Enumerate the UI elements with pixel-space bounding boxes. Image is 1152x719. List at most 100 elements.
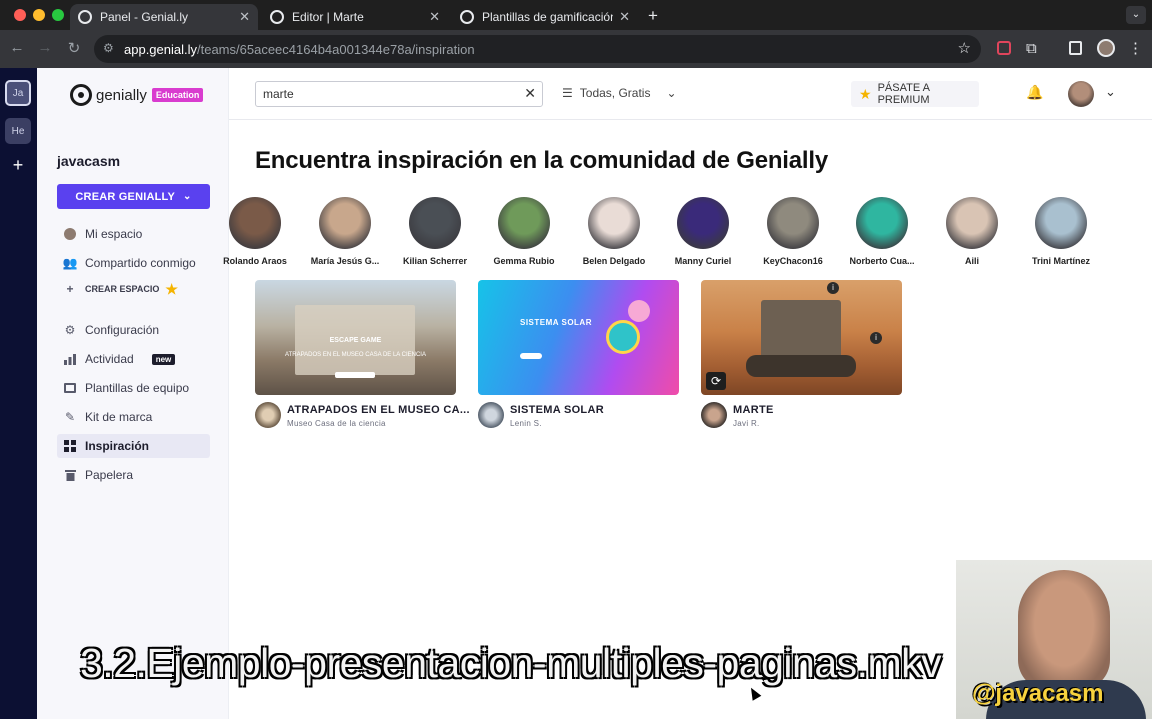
card-author[interactable]: Lenin S. (510, 419, 542, 428)
card-title[interactable]: ATRAPADOS EN EL MUSEO CA... (287, 404, 470, 416)
creator-item[interactable]: KeyChacon16 (748, 197, 838, 266)
pocket-extension-icon[interactable] (997, 41, 1011, 55)
creator-avatar[interactable] (767, 197, 819, 249)
site-settings-icon[interactable]: ⚙ (103, 41, 114, 55)
author-avatar[interactable] (701, 402, 727, 428)
forward-arrow-icon[interactable]: → (35, 39, 55, 56)
browser-tab-panel[interactable]: Panel - Genial.ly ✕ (70, 4, 258, 30)
genially-card-museo[interactable]: ESCAPE GAME ATRAPADOS EN EL MUSEO CASA D… (255, 280, 470, 432)
close-window-button[interactable] (14, 9, 26, 21)
creator-name[interactable]: KeyChacon16 (748, 256, 838, 266)
clear-search-icon[interactable]: ✕ (524, 85, 536, 102)
reuse-template-icon[interactable]: ⟳ (706, 372, 726, 390)
creator-name[interactable]: Manny Curiel (658, 256, 748, 266)
genially-card-marte[interactable]: i i ⟳ MARTE Javi R. (701, 280, 902, 432)
sidebar-item-papelera[interactable]: Papelera (57, 463, 210, 487)
sidebar-item-mi-espacio[interactable]: Mi espacio (57, 222, 210, 246)
creator-name[interactable]: Belen Delgado (569, 256, 659, 266)
bookmark-star-icon[interactable]: ☆ (958, 39, 971, 57)
create-genially-button[interactable]: CREAR GENIALLY ⌄ (57, 184, 210, 209)
tab-title: Panel - Genial.ly (100, 10, 189, 24)
new-badge: new (151, 353, 176, 365)
card-thumbnail[interactable]: SISTEMA SOLAR (478, 280, 679, 395)
creator-item[interactable]: Aili (927, 197, 1017, 266)
creator-avatar[interactable] (856, 197, 908, 249)
creator-name[interactable]: Aili (927, 256, 1017, 266)
close-tab-icon[interactable]: ✕ (429, 9, 440, 25)
minimize-window-button[interactable] (33, 9, 45, 21)
reload-icon[interactable]: ↻ (64, 39, 84, 57)
sidebar-item-actividad[interactable]: Actividad new (57, 347, 210, 371)
card-author[interactable]: Javi R. (733, 419, 760, 428)
creator-avatar[interactable] (319, 197, 371, 249)
tab-search-icon[interactable]: ⌄ (1126, 6, 1146, 24)
card-title[interactable]: SISTEMA SOLAR (510, 404, 604, 416)
create-space-button[interactable]: + CREAR ESPACIO ★ (57, 277, 210, 301)
creator-name[interactable]: Rolando Araos (210, 256, 300, 266)
back-arrow-icon[interactable]: ← (7, 39, 27, 56)
side-panel-icon[interactable] (1069, 41, 1082, 55)
creator-item[interactable]: Kilian Scherrer (390, 197, 480, 266)
creator-name[interactable]: Trini Martínez (1016, 256, 1106, 266)
creator-name[interactable]: Gemma Rubio (479, 256, 569, 266)
maximize-window-button[interactable] (52, 9, 64, 21)
chevron-down-icon[interactable]: ⌄ (1105, 84, 1116, 100)
search-value: marte (263, 87, 294, 101)
profile-avatar-icon[interactable] (1097, 39, 1115, 57)
creator-name[interactable]: María Jesús G... (300, 256, 390, 266)
creator-item[interactable]: Trini Martínez (1016, 197, 1106, 266)
card-thumbnail[interactable]: ESCAPE GAME ATRAPADOS EN EL MUSEO CASA D… (255, 280, 456, 395)
card-author[interactable]: Museo Casa de la ciencia (287, 419, 386, 428)
user-avatar[interactable] (1068, 81, 1094, 107)
notification-bell-icon[interactable]: 🔔 (1026, 84, 1043, 101)
premium-star-icon: ★ (165, 280, 178, 297)
search-input[interactable]: marte ✕ (255, 81, 543, 107)
address-bar[interactable]: ⚙ app.genial.ly/teams/65aceec4164b4a0013… (94, 35, 981, 63)
creator-avatar[interactable] (1035, 197, 1087, 249)
sidebar-item-kit-marca[interactable]: ✎ Kit de marca (57, 405, 210, 429)
card-meta: MARTE Javi R. (701, 402, 902, 432)
sidebar-item-inspiracion[interactable]: Inspiración (57, 434, 210, 458)
creator-avatar[interactable] (677, 197, 729, 249)
card-thumbnail[interactable]: i i ⟳ (701, 280, 902, 395)
thumb-title: SISTEMA SOLAR (520, 318, 592, 327)
planet-image (606, 320, 640, 354)
extensions-puzzle-icon[interactable]: ⧉ (1026, 40, 1037, 57)
sidebar-item-label: Configuración (85, 323, 160, 337)
browser-tab-editor[interactable]: Editor | Marte ✕ (262, 4, 448, 30)
author-avatar[interactable] (255, 402, 281, 428)
new-tab-icon[interactable]: + (648, 6, 658, 26)
creator-avatar[interactable] (229, 197, 281, 249)
genially-card-sistema-solar[interactable]: SISTEMA SOLAR SISTEMA SOLAR Lenin S. (478, 280, 679, 432)
filter-dropdown[interactable]: ☰ Todas, Gratis ⌄ (562, 86, 677, 100)
browser-menu-icon[interactable]: ⋮ (1128, 39, 1143, 57)
creator-item[interactable]: María Jesús G... (300, 197, 390, 266)
card-title[interactable]: MARTE (733, 404, 774, 416)
creator-item[interactable]: Norberto Cua... (837, 197, 927, 266)
creator-name[interactable]: Norberto Cua... (837, 256, 927, 266)
creator-avatar[interactable] (946, 197, 998, 249)
genially-favicon-icon (270, 10, 284, 24)
creator-item[interactable]: Gemma Rubio (479, 197, 569, 266)
creator-name[interactable]: Kilian Scherrer (390, 256, 480, 266)
workspace-ja[interactable]: Ja (5, 80, 31, 106)
creator-avatar[interactable] (588, 197, 640, 249)
close-tab-icon[interactable]: ✕ (619, 9, 630, 25)
sidebar-item-configuracion[interactable]: ⚙ Configuración (57, 318, 210, 342)
browser-tab-plantillas[interactable]: Plantillas de gamificación inte ✕ (452, 4, 638, 30)
workspace-he[interactable]: He (5, 118, 31, 144)
author-avatar[interactable] (478, 402, 504, 428)
genially-logo[interactable]: genially Education (70, 84, 204, 106)
creator-avatar[interactable] (498, 197, 550, 249)
sidebar: genially Education javacasm CREAR GENIAL… (37, 68, 229, 719)
close-tab-icon[interactable]: ✕ (239, 9, 250, 25)
premium-button[interactable]: ★ PÁSATE A PREMIUM (851, 81, 979, 107)
creator-item[interactable]: Rolando Araos (210, 197, 300, 266)
creator-item[interactable]: Belen Delgado (569, 197, 659, 266)
creator-item[interactable]: Manny Curiel (658, 197, 748, 266)
sidebar-item-plantillas[interactable]: Plantillas de equipo (57, 376, 210, 400)
sidebar-item-compartido[interactable]: 👥 Compartido conmigo (57, 251, 210, 275)
creator-avatar[interactable] (409, 197, 461, 249)
workspace-label: Ja (12, 87, 24, 99)
add-workspace-button[interactable]: + (5, 152, 31, 178)
